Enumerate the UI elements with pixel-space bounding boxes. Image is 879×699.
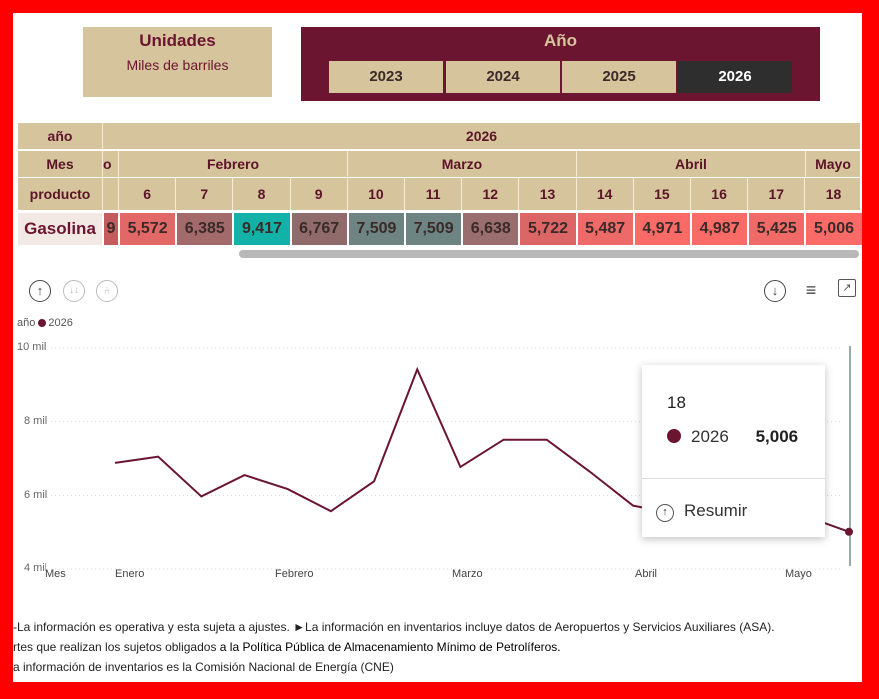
summarize-label: Resumir — [684, 501, 748, 520]
x-tick-mayo: Mayo — [785, 568, 812, 580]
year-option-2023[interactable]: 2023 — [329, 61, 443, 93]
tooltip-series-row: 2026 5,006 — [667, 427, 798, 447]
value-cell-11[interactable]: 7,509 — [404, 213, 462, 245]
x-tick-enero: Enero — [115, 568, 145, 580]
data-point-18[interactable] — [845, 527, 853, 536]
tooltip-value: 5,006 — [755, 427, 799, 446]
row-label-month: Mes — [46, 156, 74, 172]
value-cell-7[interactable]: 6,385 — [175, 213, 233, 245]
x-tick-marzo: Marzo — [452, 568, 483, 580]
value-cell-13[interactable]: 5,722 — [518, 213, 576, 245]
day-header-8[interactable]: 8 — [232, 178, 289, 210]
month-header-abril[interactable]: Abril — [576, 151, 805, 177]
value-cell-10[interactable]: 7,509 — [346, 213, 404, 245]
day-header-14[interactable]: 14 — [575, 178, 633, 210]
tooltip-day: 18 — [667, 393, 686, 412]
filter-icon[interactable]: ≡ — [800, 280, 822, 302]
x-tick-febrero: Febrero — [275, 568, 314, 580]
day-header-13[interactable]: 13 — [518, 178, 575, 210]
day-header-17[interactable]: 17 — [747, 178, 804, 210]
focus-mode-icon[interactable]: ↗ — [838, 279, 856, 297]
product-label: Gasolina — [18, 213, 102, 245]
units-title: Unidades — [139, 31, 216, 50]
x-tick-abril: Abril — [635, 568, 658, 580]
matrix-month-row: Mes o Febrero Marzo Abril Mayo — [18, 151, 860, 177]
value-cell-9[interactable]: 6,767 — [289, 213, 347, 245]
footer-line-2a: rtes que realizan los sujetos obligados — [13, 640, 220, 654]
day-header-11[interactable]: 11 — [404, 178, 461, 210]
value-cell-partial[interactable]: 9 — [102, 213, 118, 245]
year-option-2025[interactable]: 2025 — [562, 61, 676, 93]
drill-up-icon[interactable]: ↑ — [29, 280, 51, 302]
day-header-partial[interactable] — [102, 178, 118, 210]
series-dot-icon — [667, 429, 681, 443]
value-cell-17[interactable]: 5,425 — [747, 213, 805, 245]
arrow-up-icon: ↑ — [656, 504, 674, 522]
summarize-button[interactable]: ↑ Resumir — [656, 501, 747, 522]
matrix-day-row: producto 6 7 8 9 10 11 12 13 14 15 16 17 18 — [18, 178, 860, 210]
value-cell-18[interactable]: 5,006 — [804, 213, 862, 245]
tooltip-series: 2026 — [691, 427, 729, 446]
matrix-value-row: Gasolina 9 5,572 6,385 9,417 6,767 7,509 7,509… — [18, 213, 862, 247]
y-tick-4: 4 mil — [24, 562, 46, 574]
value-cell-8[interactable]: 9,417 — [232, 213, 290, 245]
day-header-9[interactable]: 9 — [289, 178, 347, 210]
row-label-product: producto — [29, 186, 91, 202]
footer-notes: -La información es operativa y esta suje… — [13, 617, 775, 677]
footer-line-1: -La información es operativa y esta suje… — [13, 620, 775, 634]
value-cell-6[interactable]: 5,572 — [118, 213, 176, 245]
month-header-marzo[interactable]: Marzo — [347, 151, 576, 177]
chart-legend: año 2026 — [17, 317, 73, 329]
download-icon[interactable]: ↓ — [764, 280, 786, 302]
matrix-year-row: año 2026 — [18, 123, 860, 149]
footer-line-3: a información de inventarios es la Comis… — [13, 660, 394, 674]
legend-dot-icon — [38, 319, 47, 328]
day-header-6[interactable]: 6 — [118, 178, 175, 210]
year-option-2026[interactable]: 2026 — [678, 61, 792, 93]
day-header-18[interactable]: 18 — [804, 178, 861, 210]
drill-down-all-icon[interactable]: ↓↓ — [63, 280, 85, 302]
day-header-7[interactable]: 7 — [175, 178, 232, 210]
value-cell-12[interactable]: 6,638 — [461, 213, 519, 245]
month-header-partial[interactable]: o — [102, 151, 118, 177]
y-tick-6: 6 mil — [24, 489, 48, 501]
year-slicer-label: Año — [543, 31, 578, 50]
units-subtitle: Miles de barriles — [126, 57, 229, 73]
tooltip-divider — [642, 478, 825, 479]
footer-line-2b: a la Política Pública de Almacenamiento … — [219, 640, 561, 654]
y-tick-8: 8 mil — [24, 415, 48, 427]
month-header-febrero[interactable]: Febrero — [118, 151, 347, 177]
value-cell-15[interactable]: 4,971 — [632, 213, 690, 245]
y-tick-10: 10 mil — [17, 341, 47, 353]
value-cell-16[interactable]: 4,987 — [690, 213, 748, 245]
chart-tooltip: 18 2026 5,006 ↑ Resumir — [642, 365, 825, 537]
month-header-mayo[interactable]: Mayo — [805, 151, 860, 177]
day-header-10[interactable]: 10 — [346, 178, 404, 210]
year-header[interactable]: 2026 — [102, 123, 860, 149]
day-header-15[interactable]: 15 — [632, 178, 690, 210]
report-canvas: Unidades Miles de barriles Año 2023 2024… — [13, 13, 862, 682]
day-header-16[interactable]: 16 — [690, 178, 747, 210]
value-cell-14[interactable]: 5,487 — [575, 213, 633, 245]
footer-line-2: rtes que realizan los sujetos obligados … — [13, 637, 775, 657]
legend-series: 2026 — [48, 317, 73, 329]
year-slicer: Año 2023 2024 2025 2026 — [301, 27, 820, 101]
x-axis-label: Mes — [45, 568, 66, 580]
units-card: Unidades Miles de barriles — [83, 27, 272, 97]
year-option-2024[interactable]: 2024 — [446, 61, 560, 93]
horizontal-scrollbar[interactable] — [239, 250, 859, 258]
legend-title: año — [17, 317, 36, 329]
expand-hierarchy-icon[interactable]: ⑃ — [96, 280, 118, 302]
day-header-12[interactable]: 12 — [461, 178, 518, 210]
row-label-year: año — [47, 128, 73, 144]
